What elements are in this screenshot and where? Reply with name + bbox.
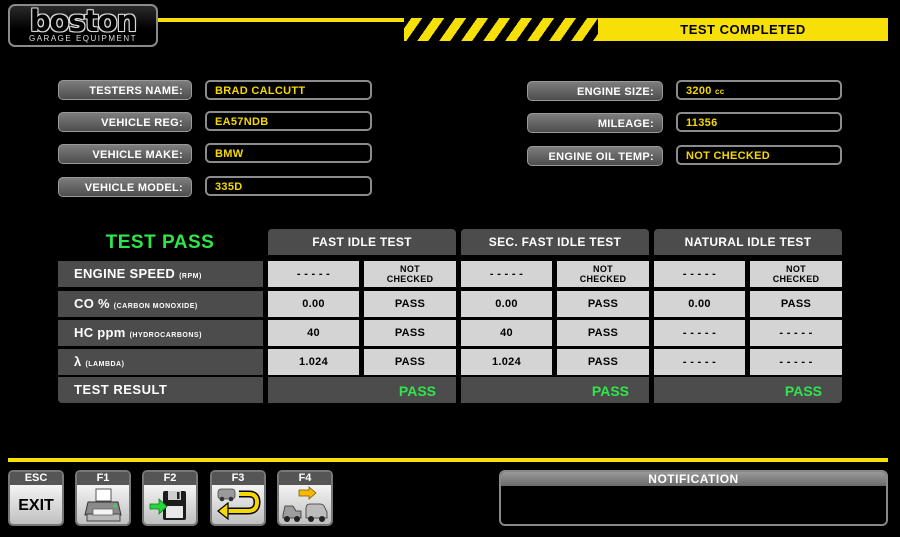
vehicle-make-field[interactable]: BMW [205,143,372,163]
cell-value: - - - - - [268,261,359,287]
row-label-engine-speed: ENGINE SPEED (RPM) [58,261,263,287]
cell-value: 0.00 [654,291,745,317]
cell-value: - - - - - [461,261,552,287]
cell-status: NOT CHECKED [557,261,649,287]
row-label-sub: (HYDROCARBONS) [129,332,202,339]
row-label-co: CO % (CARBON MONOXIDE) [58,291,263,317]
vehicle-reg-field[interactable]: EA57NDB [205,111,372,131]
cell-value: - - - - - [654,261,745,287]
back-button[interactable]: F3 [210,470,266,526]
cell-value: 1.024 [268,349,359,375]
notification-message [501,486,886,524]
row-label-sub: (RPM) [179,273,202,280]
column-natural-idle: NATURAL IDLE TEST [654,229,842,255]
header-line [158,18,408,22]
cell-value: 0.00 [461,291,552,317]
exit-label: EXIT [18,497,54,514]
test-result-label: TEST RESULT [58,377,263,403]
column-sec-fast-idle: SEC. FAST IDLE TEST [461,229,649,255]
boston-logo: boston GARAGE EQUIPMENT [8,4,158,47]
column-fast-idle: FAST IDLE TEST [268,229,456,255]
overall-result: TEST PASS [105,232,215,253]
key-label: F1 [77,472,129,485]
vehicle-make-label: VEHICLE MAKE: [58,144,192,164]
fast-idle-result: PASS [268,377,456,403]
footer-line [8,458,888,462]
key-label: ESC [10,472,62,485]
vehicle-model-label: VEHICLE MODEL: [58,177,192,197]
save-button[interactable]: F2 [142,470,198,526]
status-line-2: CHECKED [386,274,434,284]
brand-name: boston [29,4,137,38]
notification-panel: NOTIFICATION [499,470,888,526]
cell-value: - - - - - [654,349,745,375]
cell-status: NOT CHECKED [364,261,456,287]
header-hazard-stripes [404,18,604,41]
cell-value: - - - - - [654,320,745,346]
engine-oil-temp-label: ENGINE OIL TEMP: [527,146,663,166]
engine-size-unit: cc [715,87,725,96]
key-label: F2 [144,472,196,485]
cell-status: NOT CHECKED [750,261,842,287]
cell-value: 40 [461,320,552,346]
cell-status: - - - - - [750,320,842,346]
mileage-field[interactable]: 11356 [676,112,842,132]
cell-status: - - - - - [750,349,842,375]
key-label: F4 [279,472,331,485]
cell-value: 1.024 [461,349,552,375]
row-label-sub: (LAMBDA) [85,361,125,368]
engine-size-value: 3200 [686,85,712,97]
sec-fast-idle-result: PASS [461,377,649,403]
vehicle-reg-label: VEHICLE REG: [58,112,192,132]
testers-name-label: TESTERS NAME: [58,80,192,100]
status-line-2: CHECKED [772,274,820,284]
row-label-lambda: λ (LAMBDA) [58,349,263,375]
engine-size-field[interactable]: 3200 cc [676,80,842,100]
engine-oil-temp-field[interactable]: NOT CHECKED [676,145,842,165]
cell-value: 40 [268,320,359,346]
cell-value: 0.00 [268,291,359,317]
testers-name-field[interactable]: BRAD CALCUTT [205,80,372,100]
row-label-text: λ [74,354,82,369]
row-label-hc: HC ppm (HYDROCARBONS) [58,320,263,346]
exit-button[interactable]: ESC EXIT [8,470,64,526]
cell-status: PASS [750,291,842,317]
cell-status: PASS [557,320,649,346]
status-line-1: NOT [593,264,613,274]
transfer-button[interactable]: F4 [277,470,333,526]
back-arrow-icon [217,488,261,521]
row-label-text: ENGINE SPEED [74,266,176,281]
brand-tagline: GARAGE EQUIPMENT [28,34,137,43]
mileage-label: MILEAGE: [527,113,663,133]
cell-status: PASS [557,291,649,317]
vehicle-model-field[interactable]: 335D [205,176,372,196]
status-line-2: CHECKED [579,274,627,284]
save-disk-icon [149,491,186,520]
natural-idle-result: PASS [654,377,842,403]
print-button[interactable]: F1 [75,470,131,526]
cell-status: PASS [364,320,456,346]
printer-icon [84,488,122,522]
status-line-1: NOT [786,264,806,274]
status-line-1: NOT [400,264,420,274]
row-label-sub: (CARBON MONOXIDE) [113,303,198,310]
car-transfer-icon [282,486,328,522]
engine-size-label: ENGINE SIZE: [527,81,663,101]
cell-status: PASS [557,349,649,375]
key-label: F3 [212,472,264,485]
row-label-text: HC ppm [74,325,126,340]
notification-title: NOTIFICATION [501,472,886,486]
page-title: TEST COMPLETED [680,22,806,37]
cell-status: PASS [364,349,456,375]
row-label-text: CO % [74,296,110,311]
cell-status: PASS [364,291,456,317]
